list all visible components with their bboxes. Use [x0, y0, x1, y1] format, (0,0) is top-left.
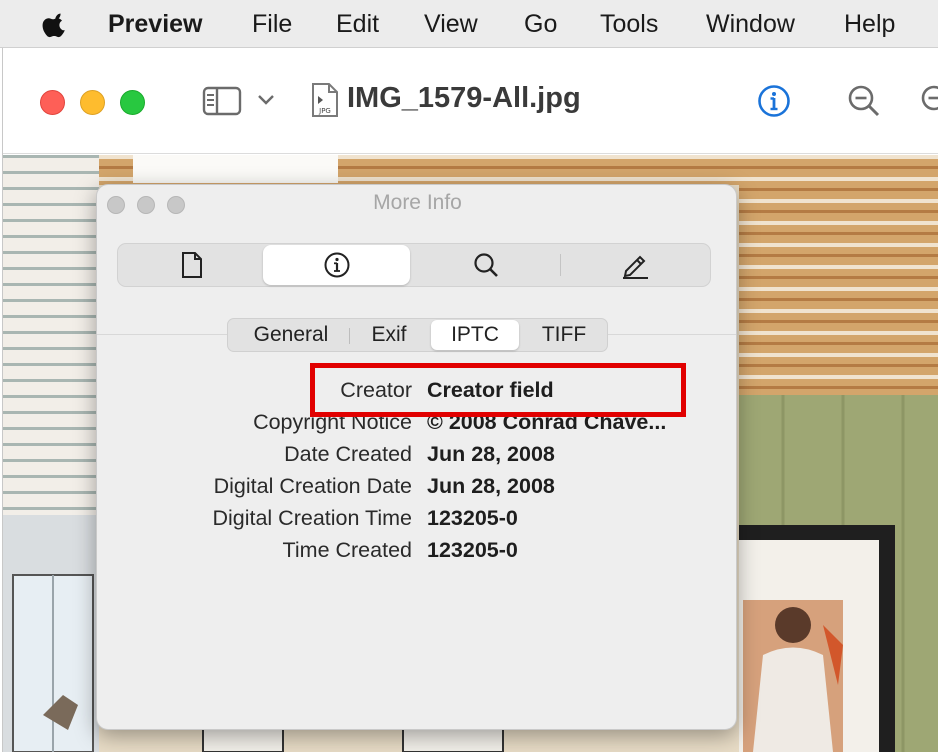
menu-help[interactable]: Help: [844, 9, 895, 39]
jpg-file-icon: JPG: [312, 83, 338, 117]
document-title: IMG_1579-All.jpg: [347, 82, 581, 114]
document-icon: [181, 252, 202, 278]
info-icon: [324, 252, 349, 278]
menu-file[interactable]: File: [252, 9, 292, 39]
row-value: Jun 28, 2008: [427, 442, 555, 466]
close-window-button[interactable]: [40, 90, 65, 115]
window-toolbar: JPG IMG_1579-All.jpg: [3, 48, 938, 154]
metadata-row-digital-creation-date: Digital Creation Date Jun 28, 2008: [97, 474, 736, 502]
chevron-down-icon[interactable]: [257, 94, 275, 106]
row-label: Date Created: [284, 442, 412, 466]
menu-app-name[interactable]: Preview: [108, 9, 203, 39]
metadata-tab-bar: General Exif IPTC TIFF: [227, 318, 608, 352]
menu-tools[interactable]: Tools: [600, 9, 658, 39]
more-info-panel: More Info General Exif IPTC TIFF Creator…: [96, 184, 737, 730]
tab-annotations[interactable]: [561, 244, 708, 286]
tab-more-info[interactable]: [263, 245, 410, 285]
tab-general-info[interactable]: [118, 244, 265, 286]
menu-bar: Preview File Edit View Go Tools Window H…: [0, 0, 938, 48]
tab-iptc[interactable]: IPTC: [431, 320, 519, 350]
svg-text:JPG: JPG: [318, 107, 331, 115]
zoom-in-icon[interactable]: [919, 83, 938, 119]
inspector-tab-bar: [117, 243, 711, 287]
row-value: 123205-0: [427, 538, 518, 562]
row-label: Digital Creation Time: [212, 506, 412, 530]
metadata-row-date-created: Date Created Jun 28, 2008: [97, 442, 736, 470]
info-icon[interactable]: [757, 84, 791, 118]
menu-view[interactable]: View: [424, 9, 478, 39]
menu-window[interactable]: Window: [706, 9, 795, 39]
tab-keywords[interactable]: [412, 244, 559, 286]
pencil-icon: [622, 255, 648, 279]
sidebar-toggle-icon[interactable]: [202, 86, 242, 116]
search-icon: [473, 253, 498, 277]
metadata-row-digital-creation-time: Digital Creation Time 123205-0: [97, 506, 736, 534]
zoom-window-button[interactable]: [120, 90, 145, 115]
metadata-row-time-created: Time Created 123205-0: [97, 538, 736, 566]
highlight-box: [310, 363, 686, 417]
minimize-window-button[interactable]: [80, 90, 105, 115]
menu-edit[interactable]: Edit: [336, 9, 379, 39]
row-label: Time Created: [282, 538, 412, 562]
tab-tiff[interactable]: TIFF: [525, 319, 603, 351]
subtab-divider: [349, 328, 350, 344]
tab-general[interactable]: General: [236, 319, 346, 351]
row-value: 123205-0: [427, 506, 518, 530]
apple-logo-icon[interactable]: [40, 9, 70, 39]
menu-go[interactable]: Go: [524, 9, 557, 39]
zoom-out-icon[interactable]: [846, 83, 882, 119]
row-value: Jun 28, 2008: [427, 474, 555, 498]
tab-exif[interactable]: Exif: [353, 319, 425, 351]
row-label: Digital Creation Date: [213, 474, 412, 498]
panel-title: More Info: [373, 191, 462, 214]
